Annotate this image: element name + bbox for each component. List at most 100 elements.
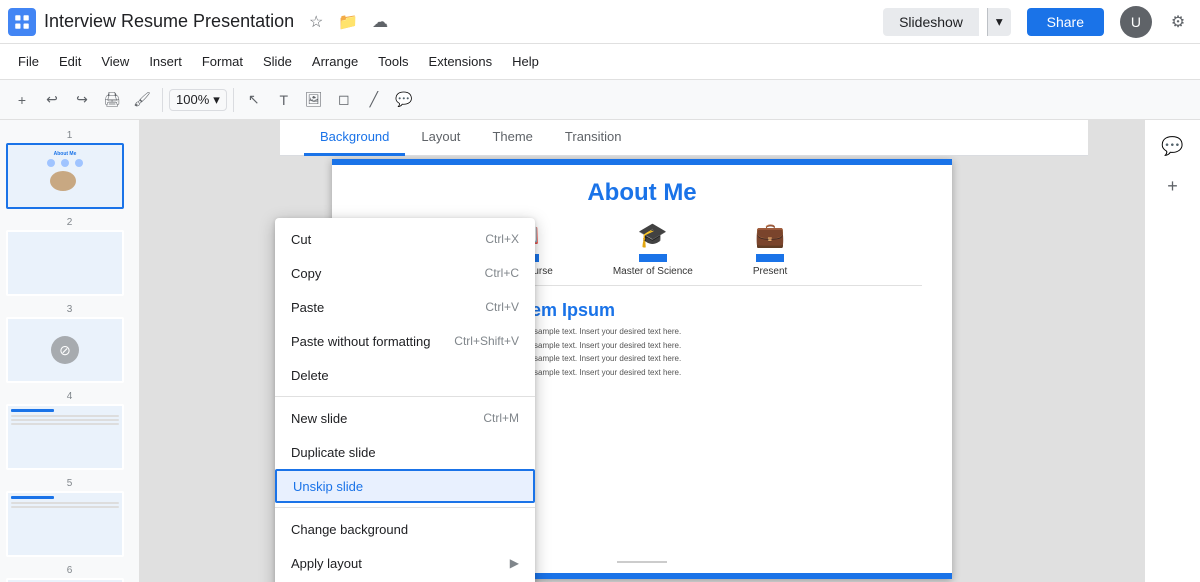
slide-number-3: 3	[6, 304, 133, 315]
doc-title: Interview Resume Presentation	[44, 11, 294, 32]
ctx-unskip-slide-label: Unskip slide	[293, 479, 517, 494]
ctx-copy[interactable]: Copy Ctrl+C	[275, 256, 535, 290]
zoom-control[interactable]: 100% ▾	[169, 89, 227, 111]
new-slide-toolbar-btn[interactable]: +	[8, 86, 36, 114]
ctx-separator-1	[275, 396, 535, 397]
tab-transition[interactable]: Transition	[549, 120, 638, 156]
profile-avatar[interactable]: U	[1120, 6, 1152, 38]
ctx-copy-shortcut: Ctrl+C	[485, 266, 519, 280]
slide-number-1: 1	[6, 130, 133, 141]
image-button[interactable]: 🖼	[300, 86, 328, 114]
slide-icon-label-2: Master of Science	[613, 266, 693, 277]
ctx-duplicate-slide-label: Duplicate slide	[291, 445, 519, 460]
ctx-paste-label: Paste	[291, 300, 469, 315]
ctx-cut-label: Cut	[291, 232, 469, 247]
top-bar: Interview Resume Presentation ☆ 📁 ☁ Slid…	[0, 0, 1200, 44]
menu-insert[interactable]: Insert	[139, 50, 192, 73]
toolbar-separator-2	[233, 88, 234, 112]
menu-help[interactable]: Help	[502, 50, 549, 73]
title-icons: ☆ 📁 ☁	[302, 8, 394, 36]
ctx-new-slide-label: New slide	[291, 411, 467, 426]
menu-file[interactable]: File	[8, 50, 49, 73]
slide-icon-item-2: 🎓 Master of Science	[613, 221, 693, 277]
slide-thumb-3[interactable]: 3 ⊘	[4, 302, 135, 385]
slide-thumb-2[interactable]: 2	[4, 215, 135, 298]
zoom-level: 100%	[176, 92, 209, 107]
ctx-delete-label: Delete	[291, 368, 519, 383]
zoom-dropdown-icon: ▾	[213, 92, 220, 108]
slide-thumb-4[interactable]: 4	[4, 389, 135, 472]
slide-number-5: 5	[6, 478, 133, 489]
ctx-paste-no-format[interactable]: Paste without formatting Ctrl+Shift+V	[275, 324, 535, 358]
move-to-button[interactable]: 📁	[334, 8, 362, 36]
ctx-cut-shortcut: Ctrl+X	[485, 232, 519, 246]
context-menu: Cut Ctrl+X Copy Ctrl+C Paste Ctrl+V Past…	[275, 218, 535, 582]
ctx-apply-layout-label: Apply layout	[291, 556, 502, 571]
expand-right-button[interactable]: +	[1155, 168, 1191, 204]
shape-button[interactable]: ◻	[330, 86, 358, 114]
slideshow-button[interactable]: Slideshow	[883, 8, 979, 36]
toolbar-separator-1	[162, 88, 163, 112]
ctx-duplicate-slide[interactable]: Duplicate slide	[275, 435, 535, 469]
tab-background[interactable]: Background	[304, 120, 405, 156]
slide-thumb-6[interactable]: 6	[4, 563, 135, 582]
slideshow-dropdown-button[interactable]: ▾	[987, 8, 1011, 36]
add-comment-button[interactable]: 💬	[1155, 128, 1191, 164]
tab-theme[interactable]: Theme	[476, 120, 548, 156]
star-button[interactable]: ☆	[302, 8, 330, 36]
paint-format-button[interactable]: 🖌	[128, 86, 156, 114]
slide-thumb-inner-2	[6, 230, 124, 296]
ctx-change-background[interactable]: Change background	[275, 512, 535, 546]
main-layout: 1 About Me	[0, 120, 1200, 582]
ctx-paste-shortcut: Ctrl+V	[485, 300, 519, 314]
ctx-change-background-label: Change background	[291, 522, 519, 537]
canvas-wrapper: Background Layout Theme Transition About…	[140, 120, 1144, 582]
undo-button[interactable]: ↩	[38, 86, 66, 114]
tab-layout[interactable]: Layout	[405, 120, 476, 156]
menu-edit[interactable]: Edit	[49, 50, 91, 73]
ctx-separator-2	[275, 507, 535, 508]
ctx-paste-no-format-label: Paste without formatting	[291, 334, 438, 349]
slide-thumb-5[interactable]: 5	[4, 476, 135, 559]
menu-view[interactable]: View	[91, 50, 139, 73]
comment-toolbar-btn[interactable]: 💬	[390, 86, 418, 114]
ctx-cut[interactable]: Cut Ctrl+X	[275, 222, 535, 256]
slide-thumb-1[interactable]: 1 About Me	[4, 128, 135, 211]
app-logo	[8, 8, 36, 36]
ctx-copy-label: Copy	[291, 266, 469, 281]
menu-bar: File Edit View Insert Format Slide Arran…	[0, 44, 1200, 80]
ctx-delete[interactable]: Delete	[275, 358, 535, 392]
ctx-new-slide[interactable]: New slide Ctrl+M	[275, 401, 535, 435]
slide-thumb-inner-4	[6, 404, 124, 470]
right-panel: 💬 +	[1144, 120, 1200, 582]
ctx-paste[interactable]: Paste Ctrl+V	[275, 290, 535, 324]
menu-tools[interactable]: Tools	[368, 50, 418, 73]
line-button[interactable]: ╱	[360, 86, 388, 114]
menu-format[interactable]: Format	[192, 50, 253, 73]
print-button[interactable]: 🖨	[98, 86, 126, 114]
slide-thumb-inner-6	[6, 578, 124, 582]
slide-lorem-text: This is a sample text. Insert your desir…	[502, 325, 922, 379]
slide-number-2: 2	[6, 217, 133, 228]
ctx-new-slide-shortcut: Ctrl+M	[483, 411, 519, 425]
menu-arrange[interactable]: Arrange	[302, 50, 368, 73]
menu-slide[interactable]: Slide	[253, 50, 302, 73]
menu-extensions[interactable]: Extensions	[419, 50, 503, 73]
toolbar: + ↩ ↪ 🖨 🖌 100% ▾ ↖ T 🖼 ◻ ╱ 💬	[0, 80, 1200, 120]
slide-thumb-inner-3: ⊘	[6, 317, 124, 383]
slide-number-6: 6	[6, 565, 133, 576]
slide-title: About Me	[362, 179, 922, 207]
text-button[interactable]: T	[270, 86, 298, 114]
slide-icon-label-3: Present	[753, 266, 787, 277]
redo-button[interactable]: ↪	[68, 86, 96, 114]
slide-number-4: 4	[6, 391, 133, 402]
slide-thumb-inner-5	[6, 491, 124, 557]
cloud-save-button[interactable]: ☁	[366, 8, 394, 36]
cursor-button[interactable]: ↖	[240, 86, 268, 114]
profile-initial: U	[1131, 14, 1141, 30]
settings-button[interactable]: ⚙	[1164, 8, 1192, 36]
ctx-unskip-slide[interactable]: Unskip slide	[275, 469, 535, 503]
ctx-apply-layout[interactable]: Apply layout ▶	[275, 546, 535, 580]
slide-icon-item-3: 💼 Present	[753, 221, 787, 277]
share-button[interactable]: Share	[1027, 8, 1104, 36]
